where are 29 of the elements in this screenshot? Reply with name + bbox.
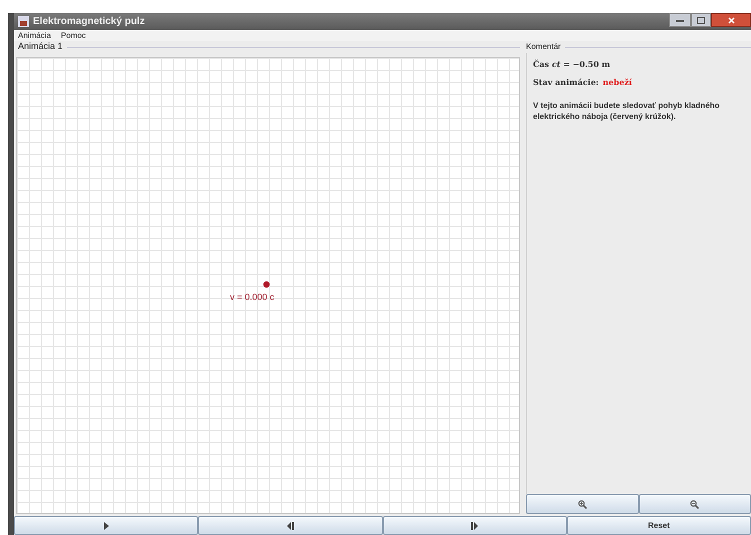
maximize-icon (697, 16, 705, 24)
step-back-icon (286, 522, 294, 530)
step-forward-icon (471, 522, 478, 530)
charge-dot (263, 281, 270, 288)
zoom-out-button[interactable] (638, 494, 751, 514)
menu-item[interactable]: Animácia (18, 30, 51, 42)
minimize-icon (676, 18, 684, 22)
step-back-button[interactable] (198, 516, 382, 535)
window-title: Elektromagnetický pulz (33, 15, 145, 29)
status-label: Stav animácie: (533, 76, 599, 88)
menu-item[interactable]: Pomoc (60, 30, 86, 42)
play-button[interactable] (14, 516, 198, 535)
velocity-label: v = 0.000 c (230, 291, 274, 304)
time-text: Čas ct = −0.50 m (533, 58, 612, 70)
zoom-in-button[interactable] (526, 494, 638, 514)
status-value: nebeží (602, 76, 632, 88)
close-button[interactable] (711, 13, 751, 27)
reset-button[interactable]: Reset (566, 516, 751, 535)
close-icon (728, 16, 734, 24)
panel-title: Animácia 1 (17, 40, 64, 54)
description-text: V tejto animácii budete sledovať pohyb kladného elektrického náboja (červený krúžok). (533, 100, 721, 122)
magnifier-icon (578, 500, 587, 508)
step-forward-button[interactable] (382, 516, 567, 535)
play-icon (104, 522, 109, 530)
panel-title: Komentár (526, 41, 562, 53)
magnifier-icon (690, 500, 700, 508)
minimize-button[interactable] (669, 13, 691, 27)
maximize-button[interactable] (691, 13, 711, 27)
app-icon (18, 16, 29, 27)
